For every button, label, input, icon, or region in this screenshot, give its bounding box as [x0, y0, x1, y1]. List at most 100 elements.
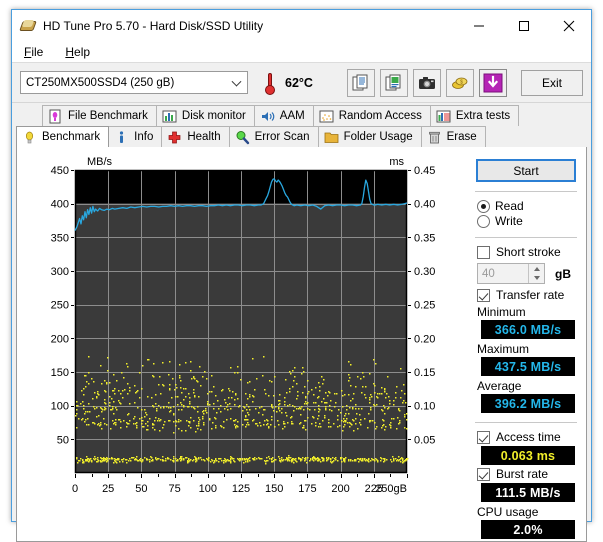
menu-help[interactable]: Help [61, 43, 100, 61]
app-icon [19, 18, 37, 34]
svg-text:450: 450 [51, 165, 69, 177]
svg-text:400: 400 [51, 199, 69, 211]
maximum-label: Maximum [477, 342, 530, 356]
radio-write-label: Write [495, 214, 523, 228]
stepper-down-icon[interactable] [529, 273, 544, 283]
average-value: 396.2 MB/s [481, 394, 575, 413]
svg-text:0.40: 0.40 [414, 199, 435, 211]
tab-file-benchmark[interactable]: File Benchmark [42, 105, 157, 126]
menu-bar: FFileile Help [12, 41, 591, 63]
svg-text:0.15: 0.15 [414, 367, 435, 379]
menu-file[interactable]: FFileile [20, 43, 53, 61]
svg-text:150: 150 [265, 483, 283, 495]
short-stroke-value: 40 [482, 267, 495, 280]
tab-health[interactable]: Health [161, 126, 230, 147]
tab-label: Folder Usage [343, 131, 413, 143]
exit-button[interactable]: Exit [521, 69, 583, 96]
short-stroke-row: 40 gB [477, 263, 579, 284]
minimum-label: Minimum [477, 305, 526, 319]
minimize-icon[interactable] [456, 10, 501, 41]
title-bar: HD Tune Pro 5.70 - Hard Disk/SSD Utility [12, 10, 591, 41]
transfer-rate-label: Transfer rate [496, 288, 565, 302]
radio-write[interactable]: Write [477, 214, 579, 228]
radio-write-icon [477, 214, 490, 228]
transfer-rate-checkbox[interactable]: Transfer rate [477, 288, 579, 302]
speaker-icon [260, 109, 275, 124]
tab-label: Benchmark [42, 131, 101, 143]
drive-select[interactable]: CT250MX500SSD4 (250 gB) [20, 71, 248, 94]
access-time-checkbox[interactable]: Access time [477, 430, 579, 444]
burst-rate-label: Burst rate [496, 467, 549, 481]
tab-disk-monitor[interactable]: Disk monitor [155, 105, 255, 126]
tab-label: Error Scan [254, 131, 310, 143]
tab-row-upper: File Benchmark Disk monitor AAM Random A… [16, 105, 587, 126]
svg-text:125: 125 [232, 483, 250, 495]
temperature-value: 62°C [285, 75, 313, 90]
tab-extra-tests[interactable]: Extra tests [429, 105, 520, 126]
svg-text:0: 0 [72, 483, 78, 495]
tab-aam[interactable]: AAM [253, 105, 314, 126]
tab-label: Health [187, 131, 221, 143]
random-access-icon [319, 109, 334, 124]
svg-text:75: 75 [168, 483, 180, 495]
donate-button[interactable]: $ [446, 68, 474, 97]
checkbox-icon [477, 245, 490, 259]
svg-text:50: 50 [57, 434, 69, 446]
tab-label: Random Access [338, 110, 422, 122]
svg-text:ms: ms [389, 156, 404, 168]
svg-text:MB/s: MB/s [87, 156, 113, 168]
svg-text:200: 200 [51, 333, 69, 345]
divider [475, 237, 577, 238]
svg-text:0.45: 0.45 [414, 165, 435, 177]
radio-read-icon [477, 199, 490, 213]
tab-label: Erase [446, 131, 477, 143]
stepper-buttons[interactable] [528, 264, 544, 283]
short-stroke-checkbox[interactable]: Short stroke [477, 245, 579, 259]
tab-error-scan[interactable]: Error Scan [228, 126, 319, 147]
maximize-icon[interactable] [501, 10, 546, 41]
copy-image-button[interactable] [380, 68, 408, 97]
short-stroke-label: Short stroke [496, 245, 561, 259]
tab-benchmark[interactable]: Benchmark [16, 126, 110, 147]
tab-label: File Benchmark [68, 110, 148, 122]
svg-text:250: 250 [51, 300, 69, 312]
access-time-label: Access time [496, 430, 561, 444]
stepper-up-icon[interactable] [529, 264, 544, 274]
burst-rate-checkbox[interactable]: Burst rate [477, 467, 579, 481]
tab-folder-usage[interactable]: Folder Usage [317, 126, 422, 147]
start-button[interactable]: Start [476, 159, 576, 182]
tab-bars: File Benchmark Disk monitor AAM Random A… [12, 103, 591, 147]
svg-text:250gB: 250gB [375, 483, 407, 495]
radio-read[interactable]: Read [477, 199, 579, 213]
svg-text:0.30: 0.30 [414, 266, 435, 278]
screenshot-button[interactable] [413, 68, 441, 97]
folder-icon [324, 130, 339, 145]
toolbar: CT250MX500SSD4 (250 gB) 62°C $ Exit [12, 63, 591, 103]
svg-text:100: 100 [199, 483, 217, 495]
short-stroke-stepper[interactable]: 40 [477, 263, 545, 284]
save-button[interactable] [479, 68, 507, 97]
copy-text-button[interactable] [347, 68, 375, 97]
svg-text:350: 350 [51, 232, 69, 244]
burst-rate-value: 111.5 MB/s [481, 483, 575, 502]
divider [475, 191, 577, 192]
svg-text:175: 175 [298, 483, 316, 495]
bulb-icon [22, 130, 37, 145]
average-label: Average [477, 379, 522, 393]
thermometer-icon [262, 71, 278, 95]
tab-random-access[interactable]: Random Access [312, 105, 431, 126]
tab-erase[interactable]: Erase [420, 126, 486, 147]
svg-text:0.05: 0.05 [414, 434, 435, 446]
close-icon[interactable] [546, 10, 591, 41]
svg-text:300: 300 [51, 266, 69, 278]
svg-text:$: $ [460, 79, 463, 85]
disk-monitor-icon [162, 109, 177, 124]
tab-info[interactable]: Info [108, 126, 163, 147]
chart-canvas: 501001502002503003504004500.050.100.150.… [17, 147, 466, 503]
window-title: HD Tune Pro 5.70 - Hard Disk/SSD Utility [43, 18, 264, 33]
window-controls [456, 10, 591, 41]
tab-label: Info [134, 131, 154, 143]
radio-read-label: Read [495, 199, 524, 213]
svg-text:25: 25 [102, 483, 114, 495]
hd-tune-window: HD Tune Pro 5.70 - Hard Disk/SSD Utility… [11, 9, 592, 542]
